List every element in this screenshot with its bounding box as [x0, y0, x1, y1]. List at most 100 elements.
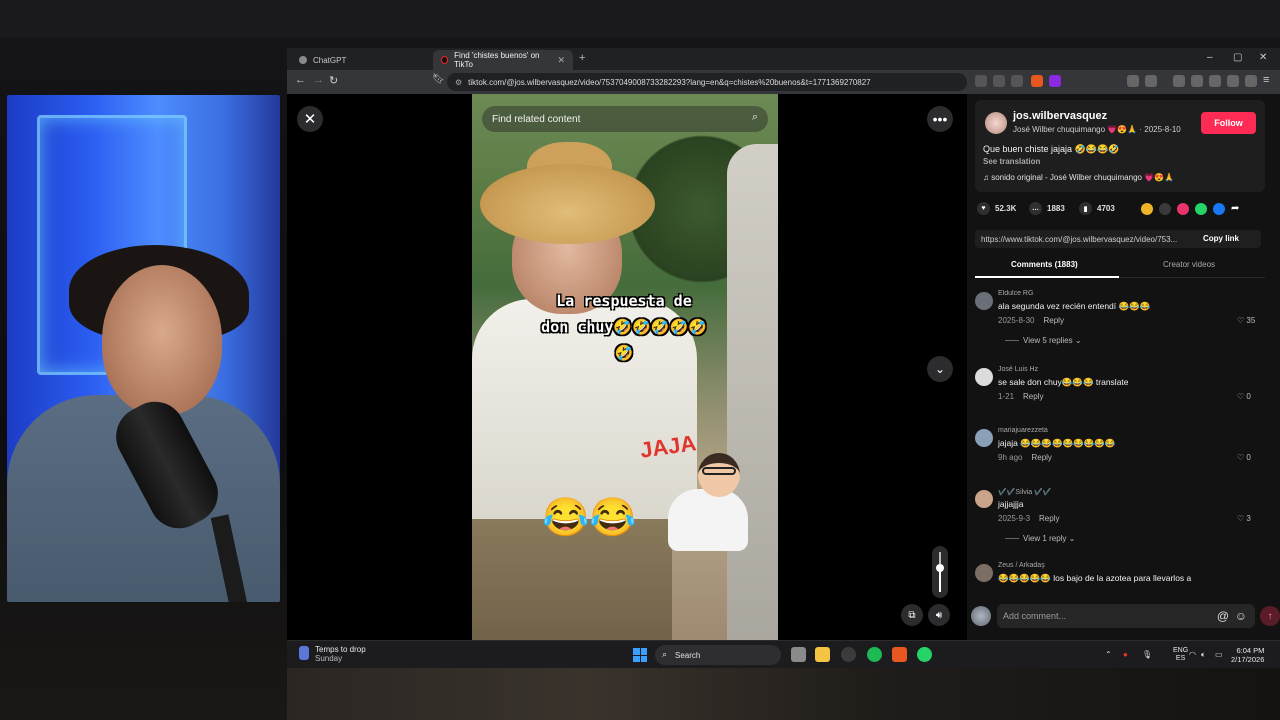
close-window-button[interactable]: ✕ — [1259, 52, 1267, 63]
site-settings-icon[interactable]: ⚙ — [455, 78, 462, 87]
task-view-icon[interactable] — [791, 647, 806, 662]
comment-author[interactable]: ✔️✔️Silvia ✔️✔️ — [998, 488, 1052, 496]
save-button[interactable]: ▮ 4703 — [1079, 202, 1115, 215]
volume-slider[interactable] — [932, 546, 948, 598]
picture-in-picture-icon[interactable]: ⧉ — [901, 604, 923, 626]
view-replies-button[interactable]: View 1 reply ⌄ — [1005, 534, 1075, 543]
back-icon[interactable]: ← — [295, 74, 306, 86]
reply-button[interactable]: Reply — [1039, 514, 1059, 523]
file-explorer-icon[interactable] — [815, 647, 830, 662]
weather-widget[interactable]: Temps to drop Sunday — [299, 645, 366, 663]
more-options-icon[interactable]: ••• — [927, 106, 953, 132]
comment-like[interactable]: ♡ 0 — [1237, 453, 1251, 462]
tab-tiktok[interactable]: Find 'chistes buenos' on TikTo ✕ — [433, 50, 573, 70]
taskbar-search[interactable]: ⌕ Search — [655, 645, 781, 665]
see-translation-link[interactable]: See translation — [983, 157, 1040, 166]
comment-date: 2025-8-30 — [998, 316, 1035, 325]
wifi-icon[interactable]: ◠ — [1189, 650, 1196, 659]
repost-icon[interactable] — [1177, 203, 1189, 215]
maximize-button[interactable]: ▢ — [1233, 52, 1242, 63]
tray-app-icon[interactable]: ● — [1123, 650, 1128, 659]
microphone-icon[interactable]: 🎙︎ — [1142, 650, 1152, 659]
mention-icon[interactable]: @ — [1217, 609, 1229, 623]
avatar[interactable] — [975, 292, 993, 310]
avatar[interactable] — [975, 368, 993, 386]
language-indicator[interactable]: ENG ES — [1173, 647, 1188, 663]
chevron-down-icon[interactable]: ⌄ — [927, 356, 953, 382]
vpn-icon[interactable] — [1245, 75, 1257, 87]
menu-icon[interactable]: ≡ — [1263, 74, 1269, 86]
avatar[interactable] — [985, 112, 1007, 134]
extension-icon[interactable] — [1011, 75, 1023, 87]
tab-label: Find 'chistes buenos' on TikTo — [454, 51, 540, 69]
close-tab-icon[interactable]: ✕ — [557, 55, 565, 66]
volume-icon[interactable]: 🔈︎ — [1201, 650, 1206, 660]
app-icon[interactable] — [841, 647, 856, 662]
brave-icon[interactable] — [892, 647, 907, 662]
rewards-icon[interactable] — [1049, 75, 1061, 87]
comment-author[interactable]: Eldulce RG — [998, 290, 1033, 297]
comment-button[interactable]: … 1883 — [1029, 202, 1065, 215]
sound-link[interactable]: ♫ sonido original - José Wilber chuquima… — [983, 173, 1174, 182]
battery-icon[interactable]: ▭ — [1215, 650, 1223, 659]
whatsapp-icon[interactable] — [1195, 203, 1207, 215]
tiktok-icon — [441, 56, 449, 64]
embed-icon[interactable] — [1159, 203, 1171, 215]
comment-author[interactable]: Zeus / Arkadaş — [998, 562, 1045, 569]
clock[interactable]: 6:04 PM 2/17/2026 — [1231, 646, 1264, 664]
sidebar-icon[interactable] — [1191, 75, 1203, 87]
follow-button[interactable]: Follow — [1201, 112, 1256, 134]
speaker-icon[interactable]: 🔊︎ — [928, 604, 950, 626]
volume-knob[interactable] — [936, 564, 944, 572]
start-button[interactable] — [633, 648, 647, 662]
whatsapp-icon[interactable] — [917, 647, 932, 662]
tab-chatgpt[interactable]: ChatGPT — [291, 50, 431, 70]
new-tab-button[interactable]: + — [579, 52, 585, 64]
reply-button[interactable]: Reply — [1023, 392, 1043, 401]
reply-button[interactable]: Reply — [1031, 453, 1051, 462]
send-icon[interactable]: ↑ — [1260, 606, 1280, 626]
coin-icon[interactable] — [1141, 203, 1153, 215]
leo-icon[interactable] — [1227, 75, 1239, 87]
chevron-up-icon[interactable]: ⌃ — [1105, 650, 1112, 659]
avatar[interactable] — [975, 564, 993, 582]
extension-icon[interactable] — [1173, 75, 1185, 87]
extension-icon[interactable] — [993, 75, 1005, 87]
share-arrow-icon[interactable]: ➦ — [1231, 203, 1243, 215]
copy-link-button[interactable]: Copy link — [1203, 234, 1239, 243]
username[interactable]: jos.wilbervasquez — [1013, 110, 1107, 122]
view-replies-button[interactable]: View 5 replies ⌄ — [1005, 336, 1082, 345]
bookmark-icon: ▮ — [1079, 202, 1092, 215]
bookmark-icon[interactable]: 🔖︎ — [432, 74, 445, 85]
tab-creator-videos[interactable]: Creator videos — [1163, 260, 1215, 269]
reload-icon[interactable]: ↻ — [329, 74, 338, 87]
facebook-icon[interactable] — [1213, 203, 1225, 215]
avatar[interactable] — [975, 429, 993, 447]
comment-like[interactable]: ♡ 0 — [1237, 392, 1251, 401]
wallet-icon[interactable] — [1209, 75, 1221, 87]
extension-icon[interactable] — [1127, 75, 1139, 87]
close-icon[interactable]: ✕ — [297, 106, 323, 132]
tab-comments[interactable]: Comments (1883) — [1011, 260, 1078, 269]
avatar[interactable] — [975, 490, 993, 508]
comment-author[interactable]: José Luis Hz — [998, 366, 1038, 373]
extension-icon[interactable] — [975, 75, 987, 87]
video-player[interactable]: JAJA 😂😂 La respuesta de don chuy🤣🤣🤣🤣🤣 🤣 … — [472, 94, 778, 640]
reply-button[interactable]: Reply — [1043, 316, 1063, 325]
extension-icon[interactable] — [1145, 75, 1157, 87]
minimize-button[interactable]: – — [1207, 52, 1213, 63]
forward-icon[interactable]: → — [313, 74, 324, 86]
spotify-icon[interactable] — [867, 647, 882, 662]
address-bar[interactable]: ⚙ tiktok.com/@jos.wilbervasquez/video/75… — [447, 73, 967, 91]
like-button[interactable]: ♥ 52.3K — [977, 202, 1016, 215]
search-icon[interactable]: ⌕ — [752, 111, 758, 124]
comment-input[interactable]: Add comment... @ ☺ — [997, 604, 1255, 628]
brave-shield-icon[interactable] — [1031, 75, 1043, 87]
emoji-icon[interactable]: ☺ — [1235, 609, 1247, 623]
webcam-feed — [7, 95, 280, 602]
comment-author[interactable]: mariajuarezzeta — [998, 427, 1048, 434]
sticker-glasses — [702, 467, 736, 475]
find-related-search[interactable]: Find related content ⌕ — [482, 106, 768, 132]
comment-like[interactable]: ♡ 35 — [1237, 316, 1255, 325]
comment-like[interactable]: ♡ 3 — [1237, 514, 1251, 523]
